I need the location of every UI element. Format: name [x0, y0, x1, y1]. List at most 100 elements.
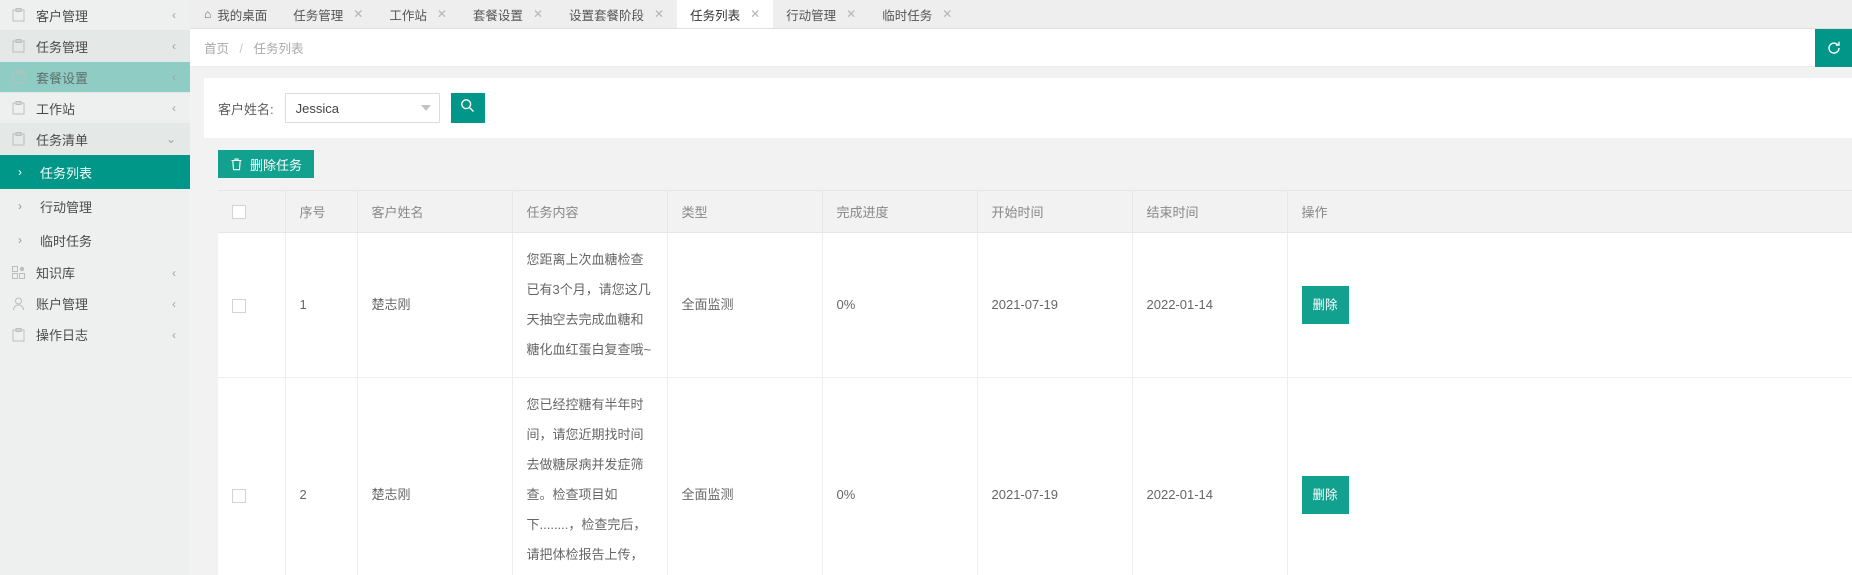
sidebar-item-package-settings[interactable]: 套餐设置 ‹ [0, 62, 190, 93]
sidebar-item-account-management[interactable]: 账户管理 ‹ [0, 288, 190, 319]
header-type[interactable]: 类型 [667, 190, 823, 233]
sidebar-subitem-temporary-task[interactable]: › 临时任务 [0, 223, 190, 257]
close-icon[interactable]: ✕ [353, 8, 363, 20]
tab-label: 套餐设置 [472, 8, 523, 23]
clipboard-icon [10, 38, 26, 54]
chevron-left-icon: ‹ [172, 70, 176, 84]
table-section: 删除任务 序号 客户姓名 任务内容 类型 完成进度 开始时间 结束时间 操作 1… [204, 138, 1852, 575]
tab-label: 任务管理 [293, 8, 344, 23]
row-checkbox[interactable] [232, 488, 246, 503]
customer-name-label: 客户姓名: [218, 101, 274, 117]
refresh-icon [1826, 40, 1842, 56]
header-start-time[interactable]: 开始时间 [977, 190, 1133, 233]
sidebar-item-label: 任务管理 [36, 39, 89, 55]
header-customer-name[interactable]: 客户姓名 [357, 190, 513, 233]
chevron-left-icon: ‹ [172, 39, 176, 53]
tab-label: 我的桌面 [217, 8, 268, 23]
sidebar-subitem-action-management[interactable]: › 行动管理 [0, 189, 190, 223]
tab-my-desktop[interactable]: ⌂ 我的桌面 [190, 0, 281, 28]
clipboard-icon [10, 7, 26, 23]
tab-set-package-stage[interactable]: 设置套餐阶段 ✕ [556, 0, 678, 28]
tab-label: 设置套餐阶段 [569, 8, 645, 23]
sidebar-item-label: 知识库 [36, 266, 76, 281]
clipboard-icon [10, 100, 26, 116]
tab-workstation[interactable]: 工作站 ✕ [376, 0, 460, 28]
breadcrumb-current: 任务列表 [253, 42, 304, 56]
row-select-cell [218, 377, 286, 575]
tab-label: 任务列表 [690, 8, 741, 23]
content-area: 客户姓名: Jessica 删除任务 序号 客户姓名 任务内容 类型 完成进度 … [190, 67, 1852, 575]
row-checkbox[interactable] [232, 298, 246, 313]
cell-start-time: 2021-07-19 [977, 232, 1133, 378]
tab-task-list[interactable]: 任务列表 ✕ [677, 0, 774, 28]
close-icon[interactable]: ✕ [654, 8, 664, 20]
cell-operation: 删除 [1287, 232, 1852, 378]
header-progress[interactable]: 完成进度 [822, 190, 978, 233]
row-delete-button[interactable]: 删除 [1301, 476, 1349, 514]
customer-name-select[interactable]: Jessica [284, 93, 440, 123]
cell-customer-name: 楚志刚 [357, 232, 513, 378]
sidebar-item-label: 套餐设置 [36, 70, 89, 86]
select-all-checkbox[interactable] [232, 205, 246, 220]
sidebar-item-customer-management[interactable]: 客户管理 ‹ [0, 0, 190, 31]
sidebar-item-knowledge-base[interactable]: 知识库 ‹ [0, 257, 190, 288]
task-table: 序号 客户姓名 任务内容 类型 完成进度 开始时间 结束时间 操作 1 楚志刚 … [218, 190, 1852, 575]
row-delete-button[interactable]: 删除 [1301, 286, 1349, 324]
sidebar-item-label: 工作站 [36, 101, 76, 117]
main-area: ⌂ 我的桌面 任务管理 ✕ 工作站 ✕ 套餐设置 ✕ 设置套餐阶段 ✕ 任务列表… [190, 0, 1852, 575]
close-icon[interactable]: ✕ [750, 8, 760, 20]
cell-progress: 0% [822, 232, 978, 378]
chevron-right-icon: › [18, 233, 22, 247]
breadcrumb: 首页 / 任务列表 [204, 38, 303, 57]
sidebar-item-task-management[interactable]: 任务管理 ‹ [0, 31, 190, 62]
clipboard-icon [10, 131, 26, 147]
cell-type: 全面监测 [667, 377, 823, 575]
breadcrumb-root[interactable]: 首页 [204, 42, 229, 56]
chevron-left-icon: ‹ [172, 265, 176, 280]
cell-customer-name: 楚志刚 [357, 377, 513, 575]
delete-task-button[interactable]: 删除任务 [218, 150, 315, 178]
sidebar-subitem-task-list[interactable]: › 任务列表 [0, 155, 190, 189]
breadcrumb-separator: / [239, 42, 243, 56]
tab-task-management[interactable]: 任务管理 ✕ [280, 0, 377, 28]
header-end-time[interactable]: 结束时间 [1132, 190, 1288, 233]
tab-label: 临时任务 [882, 8, 933, 23]
table-row: 2 楚志刚 您已经控糖有半年时间，请您近期找时间去做糖尿病并发症筛查。检查项目如… [218, 377, 1852, 575]
close-icon[interactable]: ✕ [437, 8, 447, 20]
sidebar-subitem-label: 行动管理 [40, 199, 93, 215]
refresh-button[interactable] [1815, 29, 1852, 67]
sidebar-item-workstation[interactable]: 工作站 ‹ [0, 93, 190, 124]
breadcrumb-bar: 首页 / 任务列表 [190, 29, 1852, 67]
chevron-down-icon [420, 105, 431, 111]
cell-operation: 删除 [1287, 377, 1852, 575]
sidebar-item-operation-log[interactable]: 操作日志 ‹ [0, 319, 190, 350]
cell-end-time: 2022-01-14 [1132, 232, 1288, 378]
header-operation[interactable]: 操作 [1287, 190, 1852, 233]
search-icon [460, 98, 475, 118]
tab-action-management[interactable]: 行动管理 ✕ [773, 0, 870, 28]
grid-icon [10, 265, 26, 281]
table-row: 1 楚志刚 您距离上次血糖检查已有3个月，请您这几天抽空去完成血糖和糖化血红蛋白… [218, 232, 1852, 378]
sidebar-item-label: 账户管理 [36, 297, 89, 312]
search-button[interactable] [450, 93, 485, 123]
close-icon[interactable]: ✕ [533, 8, 543, 20]
search-form: 客户姓名: Jessica [204, 92, 1852, 124]
chevron-down-icon: ⌄ [165, 132, 176, 146]
header-task-content[interactable]: 任务内容 [512, 190, 668, 233]
chevron-right-icon: › [18, 165, 22, 179]
cell-task-content: 您已经控糖有半年时间，请您近期找时间去做糖尿病并发症筛查。检查项目如下.....… [512, 377, 668, 575]
tab-temporary-task[interactable]: 临时任务 ✕ [869, 0, 966, 28]
sidebar-item-label: 客户管理 [36, 8, 89, 24]
cell-start-time: 2021-07-19 [977, 377, 1133, 575]
close-icon[interactable]: ✕ [942, 8, 952, 20]
tab-package-settings[interactable]: 套餐设置 ✕ [459, 0, 556, 28]
tab-strip: ⌂ 我的桌面 任务管理 ✕ 工作站 ✕ 套餐设置 ✕ 设置套餐阶段 ✕ 任务列表… [190, 0, 1852, 29]
cell-type: 全面监测 [667, 232, 823, 378]
header-index[interactable]: 序号 [285, 190, 358, 233]
close-icon[interactable]: ✕ [846, 8, 856, 20]
app-root: 客户管理 ‹ 任务管理 ‹ 套餐设置 ‹ 工作站 ‹ 任务清单 ⌄ › 任务列表… [0, 0, 1852, 575]
home-icon: ⌂ [204, 7, 212, 21]
sidebar-item-label: 操作日志 [36, 328, 89, 343]
sidebar-item-task-list-group[interactable]: 任务清单 ⌄ [0, 124, 190, 155]
sidebar: 客户管理 ‹ 任务管理 ‹ 套餐设置 ‹ 工作站 ‹ 任务清单 ⌄ › 任务列表… [0, 0, 190, 575]
